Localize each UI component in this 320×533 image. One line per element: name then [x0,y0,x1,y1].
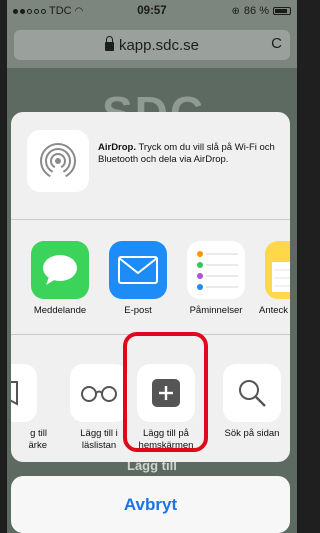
notes-icon [265,241,290,299]
action-find-on-page[interactable]: Sök på sidan [213,364,290,440]
airdrop-title: AirDrop. [98,142,136,153]
app-label: Påminnelser [189,305,243,316]
airdrop-section[interactable]: AirDrop. Tryck om du vill slå på Wi-Fi o… [11,112,290,220]
action-label: Sök på sidan [224,428,280,439]
cancel-button[interactable]: Avbryt [11,476,290,533]
app-reminders[interactable]: Påminnelser [177,241,255,317]
app-label: Anteck [259,305,289,316]
battery-status: ⊕ 86 % [232,5,291,17]
url-text: kapp.sdc.se [118,36,200,54]
airdrop-icon [27,130,89,192]
app-label: Meddelande [33,305,87,316]
app-notes[interactable]: Anteck [255,241,290,317]
action-bookmark[interactable]: g till ärke [11,364,47,452]
reload-icon[interactable]: C [271,35,282,52]
lock-icon [104,36,114,51]
messages-icon [31,241,89,299]
bookmark-icon [11,364,37,422]
action-row: g till ärke Lägg till i läslistan Lägg t… [11,332,290,462]
airdrop-description: AirDrop. Tryck om du vill slå på Wi-Fi o… [98,142,283,166]
status-bar: TDC ◠ 09:57 ⊕ 86 % [7,0,297,22]
mail-icon [109,241,167,299]
glasses-icon [70,364,128,422]
url-bar[interactable]: kapp.sdc.se C [14,30,290,60]
reminders-icon [187,241,245,299]
share-sheet: AirDrop. Tryck om du vill slå på Wi-Fi o… [11,112,290,462]
search-icon [223,364,281,422]
highlight-annotation [123,332,208,452]
battery-icon [273,7,291,15]
alarm-icon: ⊕ [231,5,240,17]
app-row: Meddelande E-post Påminnelser Anteck [11,221,290,335]
app-messages[interactable]: Meddelande [21,241,99,317]
browser-toolbar: kapp.sdc.se C [7,22,297,68]
action-label: g till ärke [28,428,47,451]
app-label: E-post [124,305,152,316]
battery-percent: 86 % [243,5,269,17]
app-mail[interactable]: E-post [99,241,177,317]
